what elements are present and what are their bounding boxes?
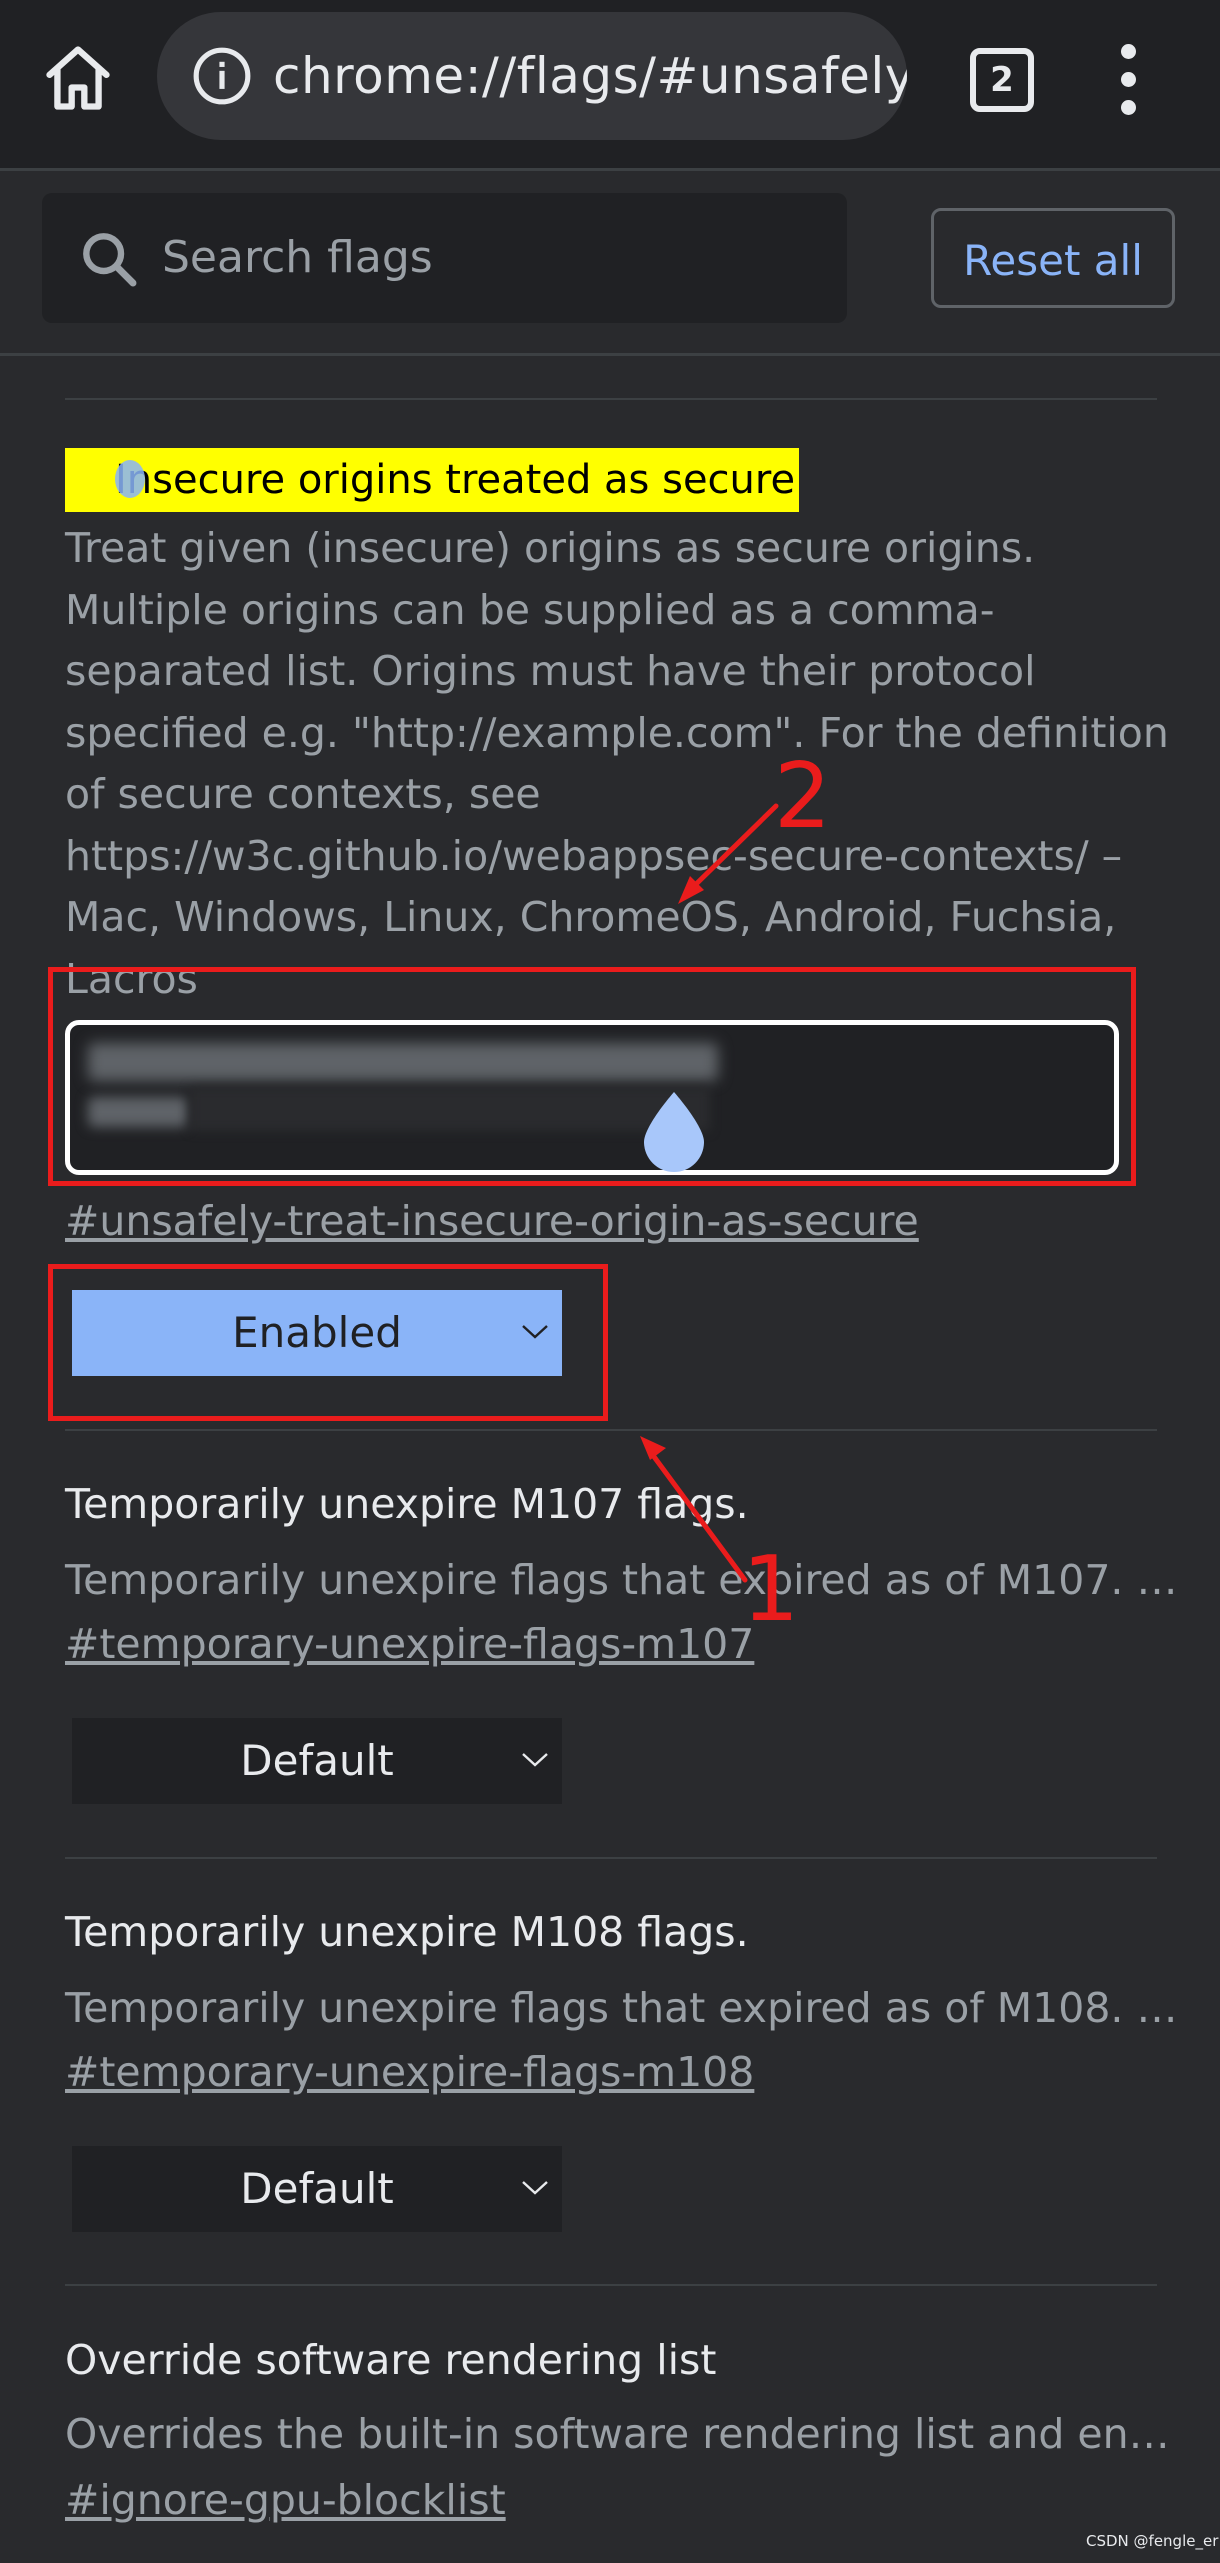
select-value: Default: [240, 2164, 394, 2213]
flag-state-select[interactable]: Default: [72, 2146, 562, 2232]
divider: [65, 2284, 1157, 2286]
info-icon[interactable]: [191, 45, 253, 107]
flag-description-line: specified e.g. "http://example.com". For…: [65, 709, 1169, 757]
flag-state-select[interactable]: Default: [72, 1718, 562, 1804]
divider: [65, 1857, 1157, 1859]
search-placeholder: Search flags: [162, 232, 433, 283]
flag-anchor-link[interactable]: #temporary-unexpire-flags-m108: [65, 2048, 754, 2096]
annotation-box-textarea: [48, 967, 1136, 1186]
chevron-down-icon: [522, 1753, 548, 1767]
flag-description: Temporarily unexpire flags that expired …: [65, 1984, 1178, 2032]
flag-description-line: Treat given (insecure) origins as secure…: [65, 524, 1036, 572]
flag-description-line: https://w3c.github.io/webappsec-secure-c…: [65, 832, 1123, 880]
reset-all-button[interactable]: Reset all: [931, 208, 1175, 308]
watermark: CSDN @fengle_er: [1086, 2532, 1219, 2550]
flag-title: Insecure origins treated as secure: [65, 448, 800, 512]
flag-anchor-link[interactable]: #unsafely-treat-insecure-origin-as-secur…: [65, 1197, 919, 1245]
flag-anchor-link[interactable]: #temporary-unexpire-flags-m107: [65, 1620, 754, 1668]
tab-switcher-icon[interactable]: 2: [970, 48, 1034, 112]
annotation-label-2: 2: [774, 744, 832, 849]
divider: [65, 398, 1157, 400]
flag-title: Override software rendering list: [65, 2336, 717, 2384]
select-value: Default: [240, 1736, 394, 1785]
chevron-down-icon: [522, 2181, 548, 2195]
text-cursor-handle: [115, 460, 145, 498]
flag-description-line: of secure contexts, see: [65, 770, 541, 818]
flag-description-line: Multiple origins can be supplied as a co…: [65, 586, 995, 634]
home-icon[interactable]: [40, 40, 116, 116]
flag-anchor-link[interactable]: #ignore-gpu-blocklist: [65, 2476, 506, 2524]
search-input[interactable]: Search flags: [42, 193, 847, 323]
address-bar[interactable]: chrome://flags/#unsafely-: [157, 12, 907, 140]
flag-description: Overrides the built-in software renderin…: [65, 2410, 1170, 2458]
search-icon: [83, 233, 137, 287]
url-text[interactable]: chrome://flags/#unsafely-: [273, 12, 907, 140]
browser-toolbar: chrome://flags/#unsafely- 2: [0, 0, 1220, 171]
flag-title: Temporarily unexpire M108 flags.: [65, 1908, 749, 1956]
flag-description-line: separated list. Origins must have their …: [65, 647, 1036, 695]
flag-description-line: Mac, Windows, Linux, ChromeOS, Android, …: [65, 893, 1117, 941]
flags-search-header: Search flags Reset all: [0, 171, 1220, 356]
more-menu-icon[interactable]: [1108, 44, 1150, 116]
flag-description: Temporarily unexpire flags that expired …: [65, 1556, 1178, 1604]
divider: [65, 1429, 1157, 1431]
flag-title: Temporarily unexpire M107 flags.: [65, 1480, 749, 1528]
annotation-box-select: [48, 1264, 608, 1421]
annotation-label-1: 1: [742, 1537, 800, 1642]
